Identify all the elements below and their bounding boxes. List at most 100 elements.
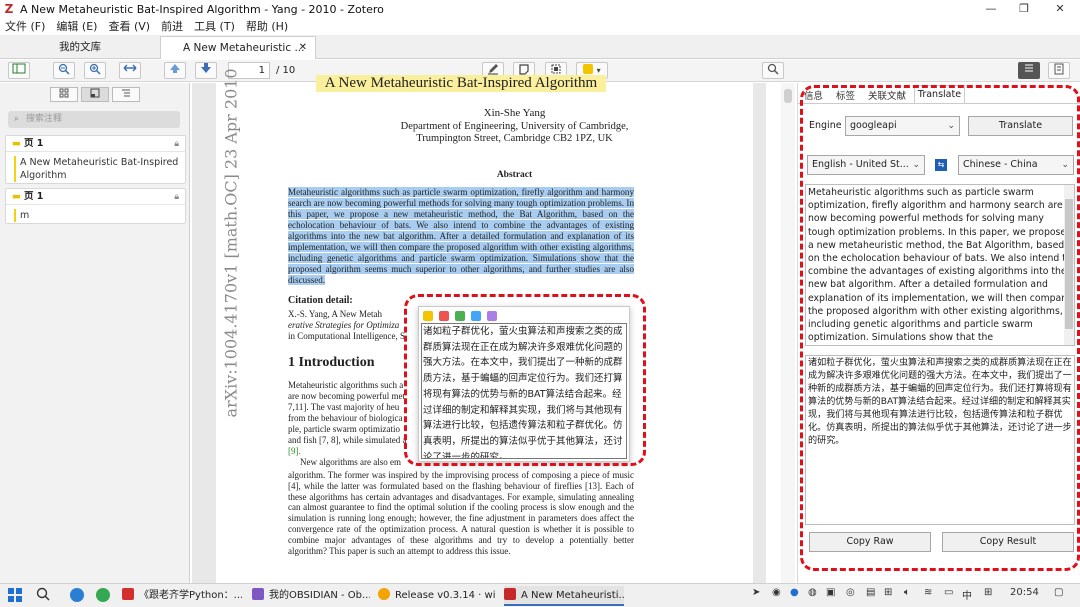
copy-raw-button[interactable]: Copy Raw: [809, 532, 931, 552]
close-tab-icon[interactable]: ✕: [299, 37, 307, 59]
tray-app-icon[interactable]: ▣: [826, 587, 835, 598]
target-language-select[interactable]: Chinese - China ⌄: [958, 155, 1074, 175]
swap-icon: ⇆: [937, 160, 945, 169]
annotation-sidebar: ⌕ 搜索注释 ▬ 页 1 🔒︎ A New Metaheuristic Bat-I…: [0, 83, 190, 583]
notification-icon[interactable]: ▢: [1054, 587, 1063, 598]
tab-translate[interactable]: Translate: [914, 85, 965, 103]
zoom-out-button[interactable]: [53, 62, 75, 79]
paper-affiliation-1: Department of Engineering, University of…: [400, 121, 629, 132]
ime-indicator[interactable]: 中: [962, 587, 972, 602]
color-purple-button[interactable]: [487, 311, 497, 321]
menu-tools[interactable]: 工具 (T): [194, 18, 235, 34]
toggle-notes-button[interactable]: [1048, 62, 1070, 79]
result-text-area[interactable]: 诸如粒子群优化，萤火虫算法和声搜索之类的成群质算法现在正在成为解决许多艰难优化问…: [805, 355, 1075, 525]
annotation-card[interactable]: ▬ 页 1 🔒︎ m: [5, 188, 186, 224]
battery-icon[interactable]: ▭: [944, 587, 953, 598]
menu-file[interactable]: 文件 (F): [5, 18, 45, 34]
tab-info[interactable]: 信息: [804, 88, 823, 102]
color-red-button[interactable]: [439, 311, 449, 321]
source-scrollbar[interactable]: [1064, 185, 1074, 345]
search-icon: [767, 63, 779, 75]
source-text-area[interactable]: Metaheuristic algorithms such as particl…: [805, 184, 1075, 346]
taskbar-app[interactable]: 《跟老齐学Python：...: [122, 586, 242, 606]
taskbar-app-active[interactable]: A New Metaheuristi...: [504, 586, 624, 606]
thumbnails-view-button[interactable]: [50, 87, 78, 102]
app-icon: [122, 588, 134, 600]
color-blue-button[interactable]: [471, 311, 481, 321]
wifi-icon[interactable]: ≋: [924, 587, 932, 598]
fit-width-button[interactable]: [119, 62, 141, 79]
item-pane: 信息 标签 关联文献 Translate Engine googleapi ⌄ …: [797, 83, 1080, 583]
body-paragraph: algorithm. The former was inspired by th…: [288, 470, 634, 556]
taskbar-app-label: A New Metaheuristi...: [521, 590, 624, 601]
clock[interactable]: 20:54: [1010, 587, 1039, 598]
result-text: 诸如粒子群优化，萤火虫算法和声搜索之类的成群质算法现在正在成为解决许多艰难优化问…: [808, 358, 1072, 446]
annotation-text: A New Metaheuristic Bat-Inspired Algorit…: [14, 156, 179, 182]
pdf-scrollbar[interactable]: [781, 83, 795, 583]
outline-view-button[interactable]: [112, 87, 140, 102]
paper-author: Xin-She Yang: [483, 107, 546, 119]
annotation-search-input[interactable]: ⌕ 搜索注释: [8, 111, 180, 128]
engine-select[interactable]: googleapi ⌄: [845, 116, 960, 136]
menu-go[interactable]: 前进: [161, 18, 183, 34]
annotation-card[interactable]: ▬ 页 1 🔒︎ A New Metaheuristic Bat-Inspired…: [5, 135, 186, 184]
tray-app-icon[interactable]: ⊞: [884, 587, 892, 598]
citation-heading: Citation detail:: [288, 295, 353, 306]
annotation-text: m: [14, 209, 179, 222]
lock-icon: 🔒︎: [174, 139, 179, 149]
grid-icon[interactable]: ⊞: [984, 587, 992, 598]
source-language-select[interactable]: English - United St... ⌄: [807, 155, 925, 175]
search-icon: [36, 587, 50, 601]
taskbar-app[interactable]: Release v0.3.14 · wi...: [378, 586, 496, 606]
tray-app-icon[interactable]: ◎: [846, 587, 855, 598]
toggle-sidebar-button[interactable]: [8, 62, 30, 79]
zoom-in-button[interactable]: [84, 62, 106, 79]
find-button[interactable]: [762, 62, 784, 79]
previous-page-button[interactable]: [164, 62, 186, 79]
swap-languages-button[interactable]: ⇆: [935, 159, 947, 171]
start-button[interactable]: [8, 588, 22, 605]
tab-related[interactable]: 关联文献: [868, 88, 906, 102]
tab-reader-label: A New Metaheuristic ...: [183, 42, 305, 54]
menu-edit[interactable]: 编辑 (E): [56, 18, 97, 34]
popup-translation-text[interactable]: 诸如粒子群优化，萤火虫算法和声搜索之类的成群质算法现在正在成为解决许多艰难优化问…: [421, 323, 627, 459]
minimize-button[interactable]: —: [975, 0, 1007, 18]
scrollbar-thumb[interactable]: [1065, 199, 1073, 329]
color-green-button[interactable]: [455, 311, 465, 321]
pdf-viewer[interactable]: arXiv:1004.4170v1 [math.OC] 23 Apr 2010 …: [192, 68, 766, 583]
source-language-value: English - United St...: [812, 159, 909, 170]
taskbar-app[interactable]: 我的OBSIDIAN - Ob...: [252, 586, 370, 606]
annotations-view-button[interactable]: [81, 87, 109, 102]
toggle-item-pane-button[interactable]: [1018, 62, 1040, 79]
next-page-button[interactable]: [195, 62, 217, 79]
tray-app-icon[interactable]: ●: [790, 587, 799, 598]
abstract-text[interactable]: Metaheuristic algorithms such as particl…: [288, 187, 634, 286]
tray-app-icon[interactable]: ◍: [808, 587, 817, 598]
chrome-browser-icon[interactable]: [96, 588, 110, 602]
translate-button[interactable]: Translate: [968, 116, 1073, 136]
tray-app-icon[interactable]: ▤: [866, 587, 875, 598]
tab-tags[interactable]: 标签: [836, 88, 855, 102]
note-icon: [519, 64, 529, 75]
translation-popup[interactable]: 诸如粒子群优化，萤火虫算法和声搜索之类的成群质算法现在正在成为解决许多艰难优化问…: [418, 306, 630, 462]
engine-label: Engine: [809, 120, 842, 131]
tray-arrow-icon[interactable]: ➤: [752, 587, 760, 598]
copy-result-button[interactable]: Copy Result: [942, 532, 1074, 552]
obsidian-icon: [252, 588, 264, 600]
close-button[interactable]: ✕: [1044, 0, 1076, 18]
menu-view[interactable]: 查看 (V): [108, 18, 150, 34]
maximize-button[interactable]: ❐: [1008, 0, 1040, 18]
volume-icon[interactable]: 🔈︎: [904, 587, 910, 598]
tray-app-icon[interactable]: ◉: [772, 587, 781, 598]
tab-reader[interactable]: A New Metaheuristic ... ✕: [160, 36, 316, 59]
search-button[interactable]: [36, 587, 50, 604]
taskbar-app-label: 我的OBSIDIAN - Ob...: [269, 590, 370, 601]
grid-icon: [59, 88, 69, 98]
annotation-icon: [90, 88, 100, 98]
tab-library[interactable]: 我的文库: [0, 36, 160, 59]
menu-help[interactable]: 帮助 (H): [246, 18, 288, 34]
scrollbar-thumb[interactable]: [784, 89, 792, 103]
color-yellow-button[interactable]: [423, 311, 433, 321]
edge-browser-icon[interactable]: [70, 588, 84, 602]
sidebar-icon: [12, 63, 26, 74]
